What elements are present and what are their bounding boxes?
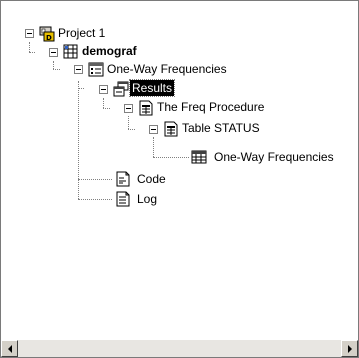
tree-line xyxy=(103,108,110,109)
results-icon xyxy=(113,81,129,97)
tree-line xyxy=(53,69,60,70)
tree-item-freq-procedure[interactable]: The Freq Procedure xyxy=(155,99,266,115)
collapse-task-button[interactable] xyxy=(74,65,83,74)
tree-line xyxy=(78,88,84,89)
tree-line xyxy=(78,179,112,180)
tree-line xyxy=(103,98,104,108)
tree-line xyxy=(153,157,189,158)
svg-text:D: D xyxy=(46,34,52,42)
project-tree: D Project 1 demograf One-Way Frequencies… xyxy=(1,1,359,339)
scroll-left-button[interactable] xyxy=(1,340,18,357)
scrollbar-thumb[interactable] xyxy=(18,340,341,357)
collapse-project-button[interactable] xyxy=(25,29,34,38)
horizontal-scrollbar[interactable] xyxy=(1,339,358,357)
tree-line xyxy=(29,42,30,52)
tree-item-project[interactable]: Project 1 xyxy=(56,25,107,41)
tree-item-table-status[interactable]: Table STATUS xyxy=(180,120,262,136)
tree-item-log[interactable]: Log xyxy=(135,191,159,207)
scroll-right-button[interactable] xyxy=(341,340,358,357)
task-icon xyxy=(88,62,104,78)
tree-item-demograf[interactable]: demograf xyxy=(80,43,139,59)
collapse-freq-procedure-button[interactable] xyxy=(124,104,133,113)
report-icon xyxy=(163,121,179,137)
table-icon xyxy=(191,149,207,165)
dataset-icon xyxy=(63,44,79,60)
arrow-left-icon xyxy=(8,345,12,353)
project-tree-panel: D Project 1 demograf One-Way Frequencies… xyxy=(0,0,359,358)
tree-line xyxy=(78,81,79,199)
tree-item-results[interactable]: Results xyxy=(128,79,176,97)
tree-item-code[interactable]: Code xyxy=(135,171,168,187)
tree-line xyxy=(53,61,54,69)
collapse-results-button[interactable] xyxy=(99,85,108,94)
log-icon xyxy=(115,191,131,207)
tree-item-one-way-output[interactable]: One-Way Frequencies xyxy=(212,149,336,165)
tree-line xyxy=(128,116,129,129)
tree-line xyxy=(153,137,154,157)
tree-line xyxy=(29,52,35,53)
code-icon xyxy=(115,171,131,187)
collapse-demograf-button[interactable] xyxy=(49,48,58,57)
tree-line xyxy=(78,199,112,200)
arrow-right-icon xyxy=(348,345,352,353)
collapse-table-status-button[interactable] xyxy=(149,125,158,134)
tree-item-one-way-task[interactable]: One-Way Frequencies xyxy=(105,61,229,77)
project-icon: D xyxy=(39,26,55,42)
tree-line xyxy=(128,129,135,130)
report-icon xyxy=(138,100,154,116)
